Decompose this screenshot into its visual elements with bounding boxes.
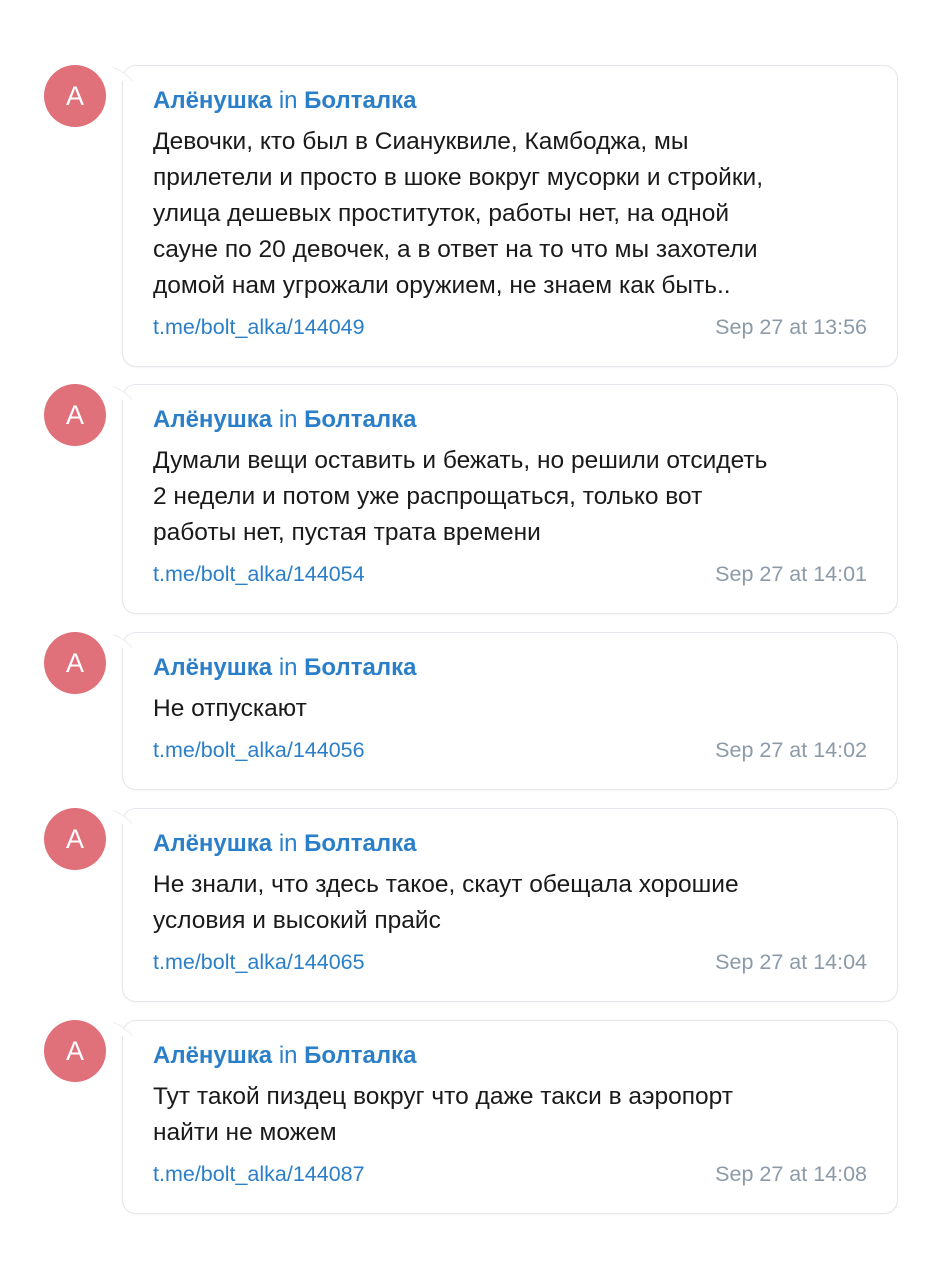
chat-name[interactable]: Болталка [304, 830, 416, 857]
author-name[interactable]: Алёнушка [153, 87, 272, 114]
message-bubble[interactable]: Алёнушка in Болталка Не отпускают t.me/b… [122, 632, 898, 790]
avatar[interactable]: А [44, 808, 106, 870]
chat-name[interactable]: Болталка [304, 654, 416, 681]
message-date: Sep 27 at 14:01 [715, 562, 867, 586]
in-label: in [278, 830, 298, 857]
message-link[interactable]: t.me/bolt_alka/144056 [153, 733, 365, 767]
message-text: Думали вещи оставить и бежать, но решили… [153, 447, 768, 546]
chat-name[interactable]: Болталка [304, 406, 416, 433]
message-link[interactable]: t.me/bolt_alka/144087 [153, 1157, 365, 1191]
message-footer: t.me/bolt_alka/144049 Sep 27 at 13:56 [153, 310, 867, 344]
bubble-tail [113, 632, 133, 648]
message-bubble[interactable]: Алёнушка in Болталка Девочки, кто был в … [122, 65, 898, 367]
message-footer: t.me/bolt_alka/144054 Sep 27 at 14:01 [153, 557, 867, 591]
message-text: Не отпускают [153, 695, 307, 722]
message-header: Алёнушка in Болталка [153, 403, 867, 437]
message-footer: t.me/bolt_alka/144087 Sep 27 at 14:08 [153, 1157, 867, 1191]
message-header: Алёнушка in Болталка [153, 827, 867, 861]
author-name[interactable]: Алёнушка [153, 406, 272, 433]
message-text: Не знали, что здесь такое, скаут обещала… [153, 871, 739, 934]
author-name[interactable]: Алёнушка [153, 654, 272, 681]
avatar[interactable]: А [44, 1020, 106, 1082]
in-label: in [278, 406, 298, 433]
message-bubble[interactable]: Алёнушка in Болталка Думали вещи оставит… [122, 384, 898, 614]
avatar[interactable]: А [44, 384, 106, 446]
message-footer: t.me/bolt_alka/144065 Sep 27 at 14:04 [153, 945, 867, 979]
in-label: in [278, 1042, 298, 1069]
message-header: Алёнушка in Болталка [153, 84, 867, 118]
avatar[interactable]: А [44, 65, 106, 127]
message-date: Sep 27 at 14:04 [715, 950, 867, 974]
message-header: Алёнушка in Болталка [153, 651, 867, 685]
in-label: in [278, 654, 298, 681]
bubble-tail [113, 384, 133, 400]
bubble-tail [113, 808, 133, 824]
in-label: in [278, 87, 298, 114]
message-bubble[interactable]: Алёнушка in Болталка Тут такой пиздец во… [122, 1020, 898, 1214]
message-date: Sep 27 at 14:08 [715, 1162, 867, 1186]
bubble-tail [113, 1020, 133, 1036]
message-link[interactable]: t.me/bolt_alka/144065 [153, 945, 365, 979]
message-link[interactable]: t.me/bolt_alka/144049 [153, 310, 365, 344]
author-name[interactable]: Алёнушка [153, 830, 272, 857]
message-date: Sep 27 at 14:02 [715, 738, 867, 762]
message-header: Алёнушка in Болталка [153, 1039, 867, 1073]
message-link[interactable]: t.me/bolt_alka/144054 [153, 557, 365, 591]
message-text: Девочки, кто был в Сиануквиле, Камбоджа,… [153, 128, 764, 299]
author-name[interactable]: Алёнушка [153, 1042, 272, 1069]
message-bubble[interactable]: Алёнушка in Болталка Не знали, что здесь… [122, 808, 898, 1002]
message-footer: t.me/bolt_alka/144056 Sep 27 at 14:02 [153, 733, 867, 767]
avatar[interactable]: А [44, 632, 106, 694]
chat-name[interactable]: Болталка [304, 1042, 416, 1069]
message-feed: А Алёнушка in Болталка Девочки, кто был … [0, 0, 952, 1280]
bubble-tail [113, 65, 133, 81]
message-text: Тут такой пиздец вокруг что даже такси в… [153, 1083, 733, 1146]
chat-name[interactable]: Болталка [304, 87, 416, 114]
message-date: Sep 27 at 13:56 [715, 315, 867, 339]
